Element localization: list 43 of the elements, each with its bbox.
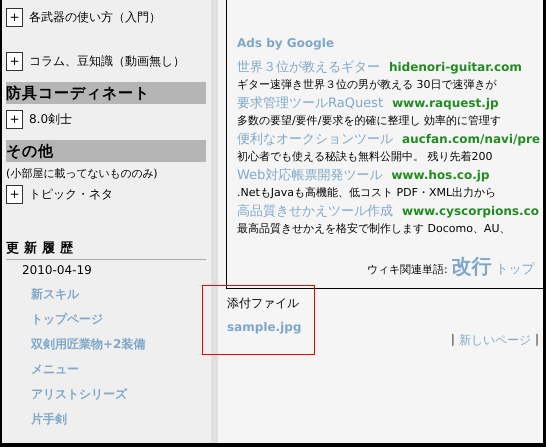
history-link[interactable]: 片手剣 [31, 411, 211, 427]
ad-description: .NetもJavaも高機能、低コスト PDF・XML出力から [237, 185, 498, 201]
expand-toggle[interactable]: + [6, 8, 23, 26]
menu-link[interactable]: 各武器の使い方（入門） [29, 8, 161, 26]
history-date: 2010-04-19 [22, 263, 93, 277]
history-link[interactable]: 新スキル [31, 286, 211, 302]
ad-url-link[interactable]: www.raquest.jp [392, 96, 499, 110]
attachment-link[interactable]: sample.jpg [227, 320, 543, 334]
ad-description: 最高品質きせかえを格安で制作します Docomo、AU、 [237, 221, 512, 237]
ad-title-link[interactable]: 高品質きせかえツール作成 [237, 202, 393, 220]
history-link[interactable]: トップページ [31, 311, 211, 327]
menu-link[interactable]: トピック・ネタ [29, 186, 113, 202]
ad-url-link[interactable]: hidenori-guitar.com [389, 60, 522, 74]
section-note: (小部屋に載ってないもののみ) [6, 166, 159, 181]
ads-label[interactable]: Ads by Google [237, 36, 543, 50]
history-link[interactable]: 双剣用匠業物+2装備 [31, 336, 211, 352]
section-heading: その他 [6, 140, 206, 162]
section-heading: 防具コーディネート [6, 82, 206, 104]
history-link[interactable]: アリストシリーズ [31, 386, 211, 402]
ad-description: 多数の要望/要件/要求を的確に整理し 効率的に管理す [237, 113, 502, 129]
history-link[interactable]: メニュー [31, 361, 211, 377]
menu-link[interactable]: 8.0剣士 [29, 110, 72, 128]
ad-url-link[interactable]: www.hos.co.jp [391, 168, 490, 182]
expand-toggle[interactable]: + [6, 184, 23, 204]
ad-description: ギター速弾き世界３位の男が教える 30日で速弾きが [237, 77, 498, 93]
menu-link[interactable]: コラム、豆知識（動画無し） [29, 52, 185, 70]
separator: | [450, 332, 455, 348]
ad-title-link[interactable]: Web対応帳票開発ツール [237, 166, 382, 184]
ad-description: 初心者でも使える秘訣も無料公開中。 残り先着200 [237, 149, 494, 165]
ad-url-link[interactable]: aucfan.com/navi/pre [402, 132, 540, 146]
new-page-link[interactable]: 新しいページ [458, 332, 531, 349]
related-word-link[interactable]: 改行 [452, 253, 492, 280]
separator: | [534, 332, 539, 348]
ad-url-link[interactable]: www.cyscorpions.co [402, 204, 539, 218]
related-words-label: ウィキ関連単語: [367, 262, 448, 277]
expand-toggle[interactable]: + [6, 110, 23, 128]
ad-title-link[interactable]: 要求管理ツールRaQuest [237, 94, 384, 112]
history-heading: 更新履歴 [6, 239, 206, 260]
ad-title-link[interactable]: 世界３位が教えるギター [237, 58, 380, 76]
expand-toggle[interactable]: + [6, 52, 23, 70]
attachments-heading: 添付ファイル [227, 295, 300, 312]
related-word-link[interactable]: トップ [496, 260, 535, 278]
ad-title-link[interactable]: 便利なオークションツール [237, 130, 393, 148]
